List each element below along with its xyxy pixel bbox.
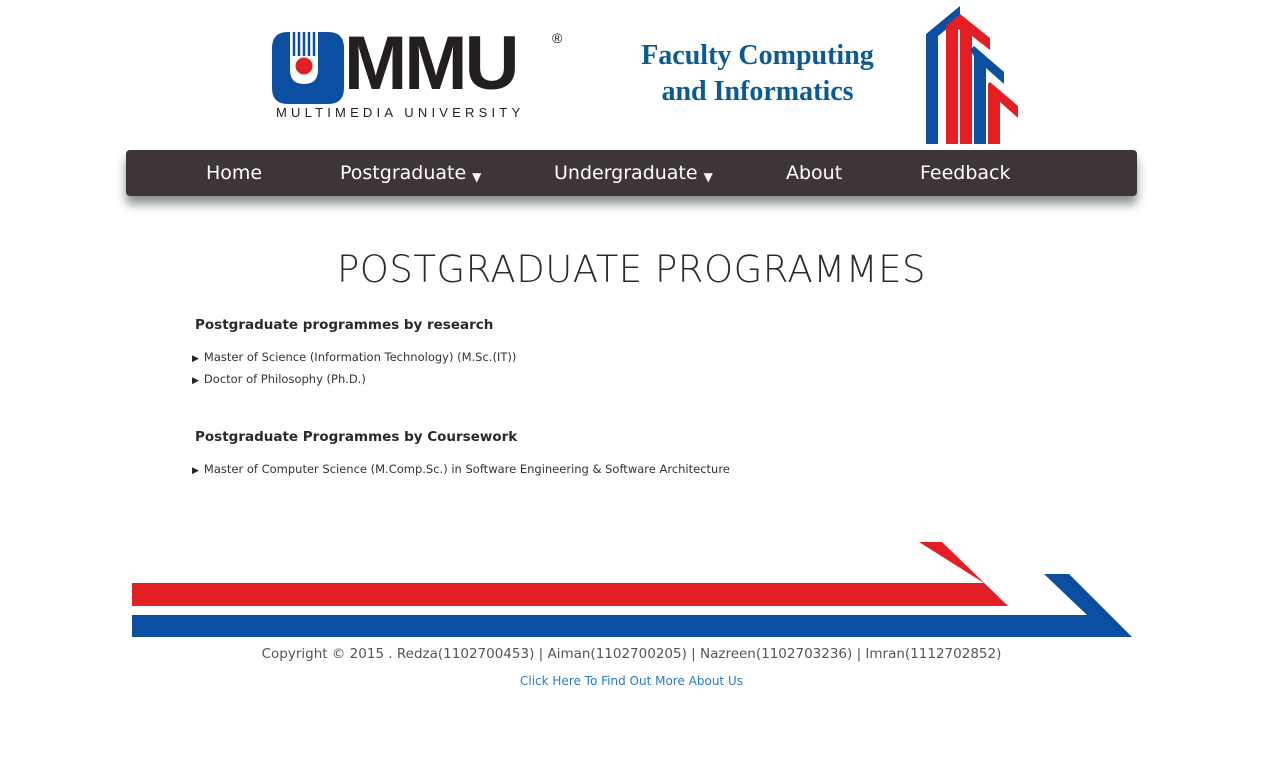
section-heading-research: Postgraduate programmes by research [195,317,494,333]
chevron-down-icon: ▼ [703,170,713,184]
nav-feedback[interactable]: Feedback [920,150,1010,196]
registered-mark: ® [552,30,563,46]
footer-stripes-decoration [132,542,1132,637]
faculty-title: Faculty Computing and Informatics [600,38,915,110]
list-item[interactable]: ▶ Doctor of Philosophy (Ph.D.) [192,372,366,386]
mmu-logo-text: MMU [344,21,520,106]
faculty-title-line2: and Informatics [661,76,854,107]
list-item[interactable]: ▶ Master of Science (Information Technolo… [192,350,516,364]
nav-about-label: About [786,162,843,184]
chevron-down-icon: ▼ [472,170,482,184]
programme-link-phd[interactable]: Doctor of Philosophy (Ph.D.) [204,372,366,386]
mmu-logo[interactable]: MMU ® MULTIMEDIA UNIVERSITY [272,26,567,124]
about-us-link[interactable]: Click Here To Find Out More About Us [0,674,1263,688]
nav-undergraduate[interactable]: Undergraduate ▼ [554,150,713,196]
copyright-text: Copyright © 2015 . Redza(1102700453) | A… [261,646,1002,662]
faculty-title-line1: Faculty Computing [641,40,874,71]
triangle-right-icon: ▶ [192,354,199,364]
nav-feedback-label: Feedback [920,162,1011,184]
mmu-logo-mark-icon [272,32,344,104]
section-heading-coursework: Postgraduate Programmes by Coursework [195,429,518,445]
nav-postgraduate-label: Postgraduate [340,162,467,184]
programme-link-msc-it[interactable]: Master of Science (Information Technolog… [204,350,516,364]
triangle-right-icon: ▶ [192,466,199,476]
nav-home-label: Home [206,162,263,184]
programme-link-mcomp-sc[interactable]: Master of Computer Science (M.Comp.Sc.) … [204,462,730,476]
page: MMU ® MULTIMEDIA UNIVERSITY Faculty Comp… [0,0,1263,763]
mmu-logo-subtitle: MULTIMEDIA UNIVERSITY [276,105,525,120]
triangle-right-icon: ▶ [192,376,199,386]
nav-about[interactable]: About [786,150,842,196]
list-item[interactable]: ▶ Master of Computer Science (M.Comp.Sc.)… [192,462,730,476]
faculty-arrows-icon [926,6,1018,144]
main-navbar: Home Postgraduate ▼ Undergraduate ▼ About … [126,150,1137,196]
nav-undergraduate-label: Undergraduate [554,162,698,184]
nav-home[interactable]: Home [206,150,262,196]
nav-postgraduate[interactable]: Postgraduate ▼ [340,150,481,196]
page-title: POSTGRADUATE PROGRAMMES [336,248,926,291]
